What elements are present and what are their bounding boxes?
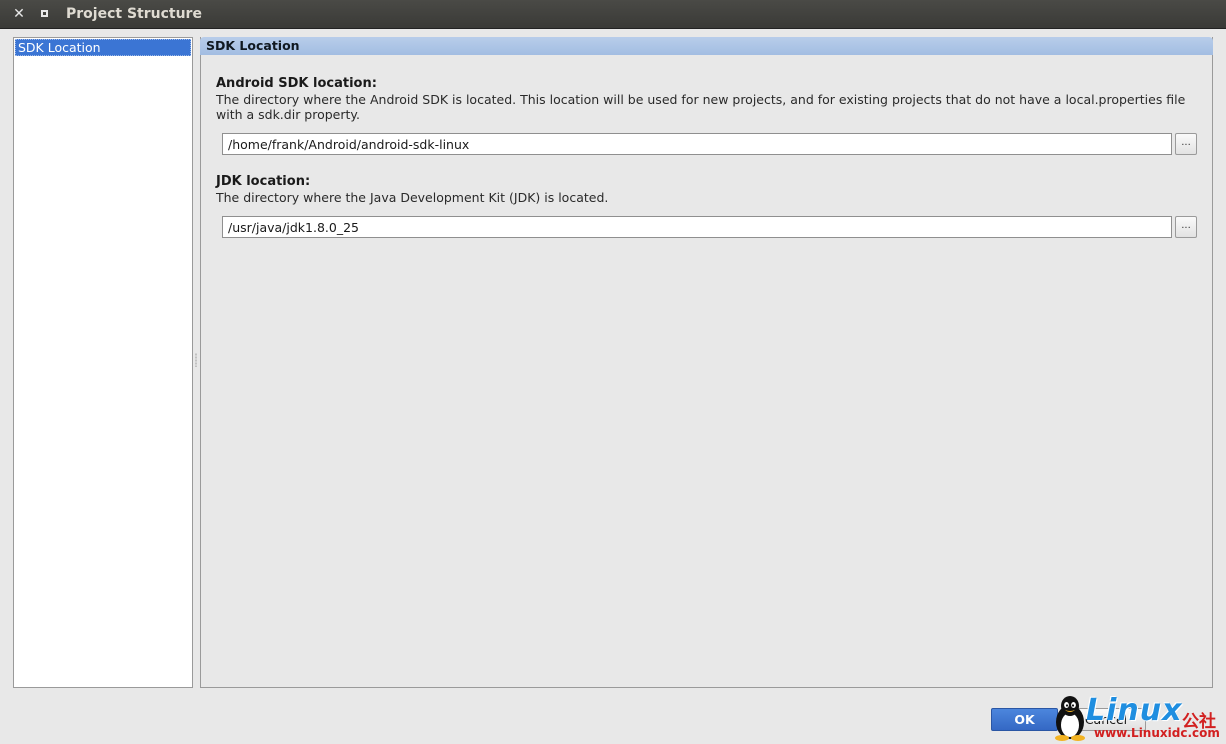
android-sdk-path-input[interactable] — [222, 133, 1172, 155]
jdk-path-input[interactable] — [222, 216, 1172, 238]
sidebar-tree[interactable]: SDK Location — [13, 37, 193, 688]
android-sdk-browse-button[interactable]: ... — [1175, 133, 1197, 155]
jdk-description: The directory where the Java Development… — [216, 190, 609, 205]
project-structure-dialog: ✕ Project Structure SDK Location SDK Loc… — [0, 0, 1226, 744]
window-title: Project Structure — [66, 6, 202, 22]
watermark-logo: Linux 公社 www.Linuxidc.com — [1048, 693, 1226, 744]
jdk-browse-button[interactable]: ... — [1175, 216, 1197, 238]
splitter-grip-icon — [195, 353, 197, 367]
panel-header: SDK Location — [200, 37, 1213, 55]
title-bar[interactable]: ✕ Project Structure — [0, 0, 1226, 29]
close-icon[interactable]: ✕ — [11, 6, 27, 22]
jdk-title: JDK location: — [216, 174, 311, 189]
watermark-url: www.Linuxidc.com — [1094, 726, 1220, 740]
android-sdk-title: Android SDK location: — [216, 76, 377, 91]
penguin-icon — [1055, 696, 1085, 741]
sdk-location-panel: SDK Location Android SDK location: The d… — [200, 37, 1213, 688]
panel-splitter[interactable] — [193, 37, 200, 688]
sidebar-item-sdk-location[interactable]: SDK Location — [15, 39, 191, 56]
android-sdk-description: The directory where the Android SDK is l… — [216, 92, 1186, 122]
watermark-brand: Linux — [1086, 693, 1183, 728]
maximize-icon[interactable] — [36, 6, 52, 22]
